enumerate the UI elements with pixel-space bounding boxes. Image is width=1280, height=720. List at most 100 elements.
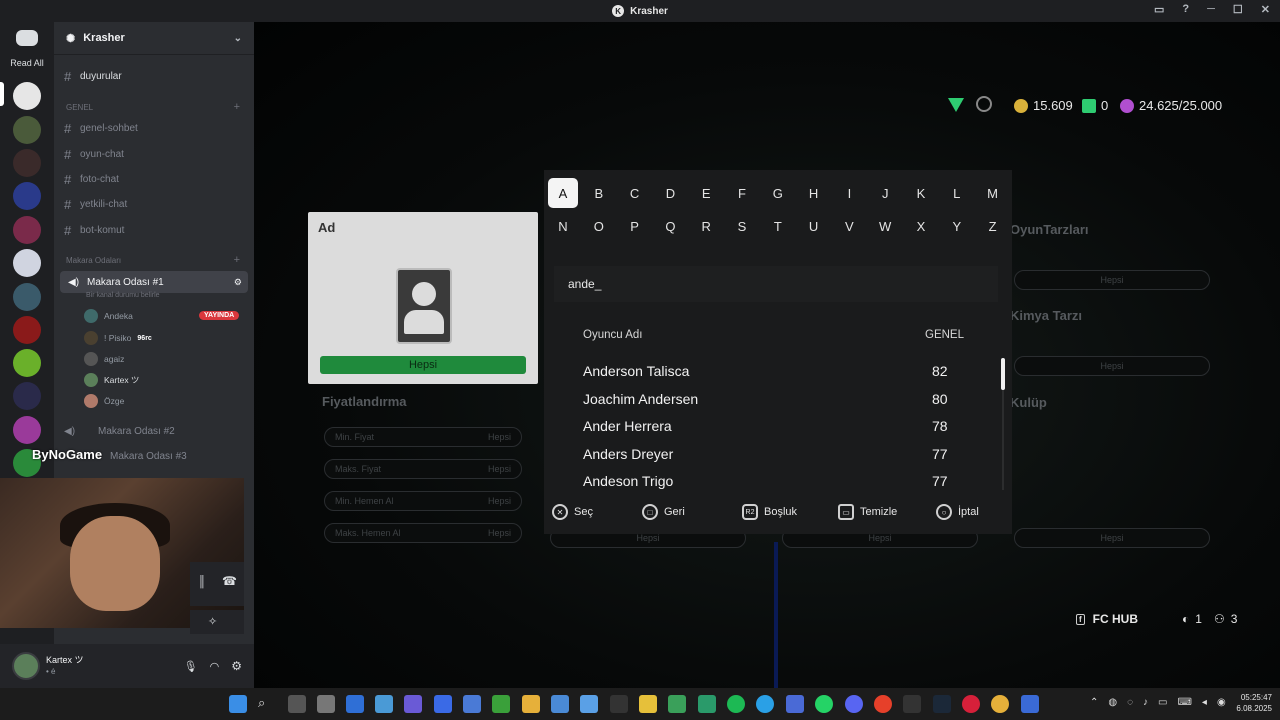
app-icon[interactable] [639,695,657,713]
scrollbar-thumb[interactable] [1001,358,1005,390]
search-input[interactable]: ande_ [554,266,998,302]
panel-all-button[interactable]: Hepsi [320,356,526,374]
inbox-icon[interactable]: ▭ [1154,3,1164,16]
help-icon[interactable]: ? [1182,3,1189,16]
key-h[interactable]: H [799,178,829,208]
key-t[interactable]: T [763,211,793,241]
settings-gear-icon[interactable]: ⚙ [231,659,242,673]
server-icon[interactable] [13,316,41,344]
key-g[interactable]: G [763,178,793,208]
start-icon[interactable] [229,695,247,713]
key-x[interactable]: X [906,211,936,241]
settings-app-icon[interactable] [317,695,335,713]
channel-foto-chat[interactable]: # foto-chat [64,169,119,189]
app-icon[interactable] [434,695,452,713]
voice-channel-makara-1[interactable]: ◀) Makara Odası #1 ⚙ [60,271,248,293]
key-s[interactable]: S [727,211,757,241]
app-icon[interactable] [786,695,804,713]
headphones-icon[interactable]: ◠ [210,660,220,673]
add-channel-icon[interactable]: + [234,101,240,113]
key-k[interactable]: K [906,178,936,208]
key-f[interactable]: F [727,178,757,208]
channel-duyurular[interactable]: # duyurular [64,66,122,86]
key-m[interactable]: M [978,178,1008,208]
result-row[interactable]: Andeson Trigo 77 [583,468,955,494]
key-c[interactable]: C [620,178,650,208]
close-button[interactable]: ✕ [1261,3,1270,16]
search-icon[interactable]: ⌕ [258,695,276,713]
soundboard-icon[interactable]: ║ [198,576,206,588]
key-w[interactable]: W [870,211,900,241]
key-z[interactable]: Z [978,211,1008,241]
result-row[interactable]: Anderson Talisca 82 [583,358,955,384]
app-icon[interactable] [551,695,569,713]
microphone-icon[interactable]: 🎙 [184,660,198,673]
steam-icon[interactable] [933,695,951,713]
result-row[interactable]: Joachim Andersen 80 [583,386,955,412]
channel-yetkili-chat[interactable]: # yetkili-chat [64,194,127,214]
category-genel[interactable]: GENEL [66,103,93,112]
key-y[interactable]: Y [942,211,972,241]
security-app-icon[interactable] [346,695,364,713]
server-icon[interactable] [13,283,41,311]
xbox-app-icon[interactable] [492,695,510,713]
server-icon[interactable] [13,182,41,210]
key-o[interactable]: O [584,211,614,241]
system-tray-icons[interactable]: ⌃◍◌♪▭⌨◂◉ [1090,697,1236,708]
edge-icon[interactable] [698,695,716,713]
key-j[interactable]: J [870,178,900,208]
key-n[interactable]: N [548,211,578,241]
notepad-icon[interactable] [580,695,598,713]
key-i[interactable]: I [834,178,864,208]
server-icon[interactable] [13,349,41,377]
key-u[interactable]: U [799,211,829,241]
key-a[interactable]: A [548,178,578,208]
category-makara[interactable]: Makara Odaları [66,256,121,265]
add-channel-icon[interactable]: + [234,254,240,266]
server-icon[interactable] [13,216,41,244]
nvidia-icon[interactable] [668,695,686,713]
store-app-icon[interactable] [463,695,481,713]
channel-oyun-chat[interactable]: # oyun-chat [64,144,124,164]
fc-hub[interactable]: f FC HUB [1076,612,1138,626]
task-view-icon[interactable] [288,695,306,713]
app-icon[interactable] [404,695,422,713]
discord-home-icon[interactable] [16,30,38,46]
result-row[interactable]: Ander Herrera 78 [583,413,955,439]
channel-genel-sohbet[interactable]: # genel-sohbet [64,118,138,138]
disconnect-icon[interactable]: ☎ [222,574,237,588]
chrome-icon[interactable] [991,695,1009,713]
voice-channel-makara-2[interactable]: ◀) Makara Odası #2 [64,421,175,441]
discord-icon[interactable] [845,695,863,713]
epic-games-icon[interactable] [903,695,921,713]
voice-member[interactable]: agaiz [84,352,124,366]
avatar[interactable] [12,652,40,680]
key-r[interactable]: R [691,211,721,241]
hint-space[interactable]: R2 Boşluk [742,504,797,520]
key-e[interactable]: E [691,178,721,208]
file-explorer-icon[interactable] [522,695,540,713]
name-filter-panel[interactable]: Ad Hepsi [308,212,538,384]
voice-member[interactable]: Andeka [84,309,133,323]
clock[interactable]: 05:25:47 6.08.2025 [1236,692,1272,714]
key-q[interactable]: Q [655,211,685,241]
voice-member[interactable]: Özge [84,394,124,408]
ea-app-icon[interactable] [874,695,892,713]
hint-clear[interactable]: ▭ Temizle [838,504,897,520]
server-icon[interactable] [13,249,41,277]
result-row[interactable]: Anders Dreyer 77 [583,441,955,467]
telegram-icon[interactable] [756,695,774,713]
server-icon[interactable] [13,116,41,144]
hint-cancel[interactable]: ○ İptal [936,504,979,520]
key-v[interactable]: V [834,211,864,241]
activity-icon[interactable]: ✧ [208,615,217,628]
whatsapp-icon[interactable] [815,695,833,713]
hint-select[interactable]: ✕ Seç [552,504,593,520]
app-icon[interactable] [1021,695,1039,713]
server-icon[interactable] [13,382,41,410]
voice-member[interactable]: Kartex ツ [84,373,139,387]
key-l[interactable]: L [942,178,972,208]
key-b[interactable]: B [584,178,614,208]
key-d[interactable]: D [655,178,685,208]
server-icon[interactable] [13,416,41,444]
